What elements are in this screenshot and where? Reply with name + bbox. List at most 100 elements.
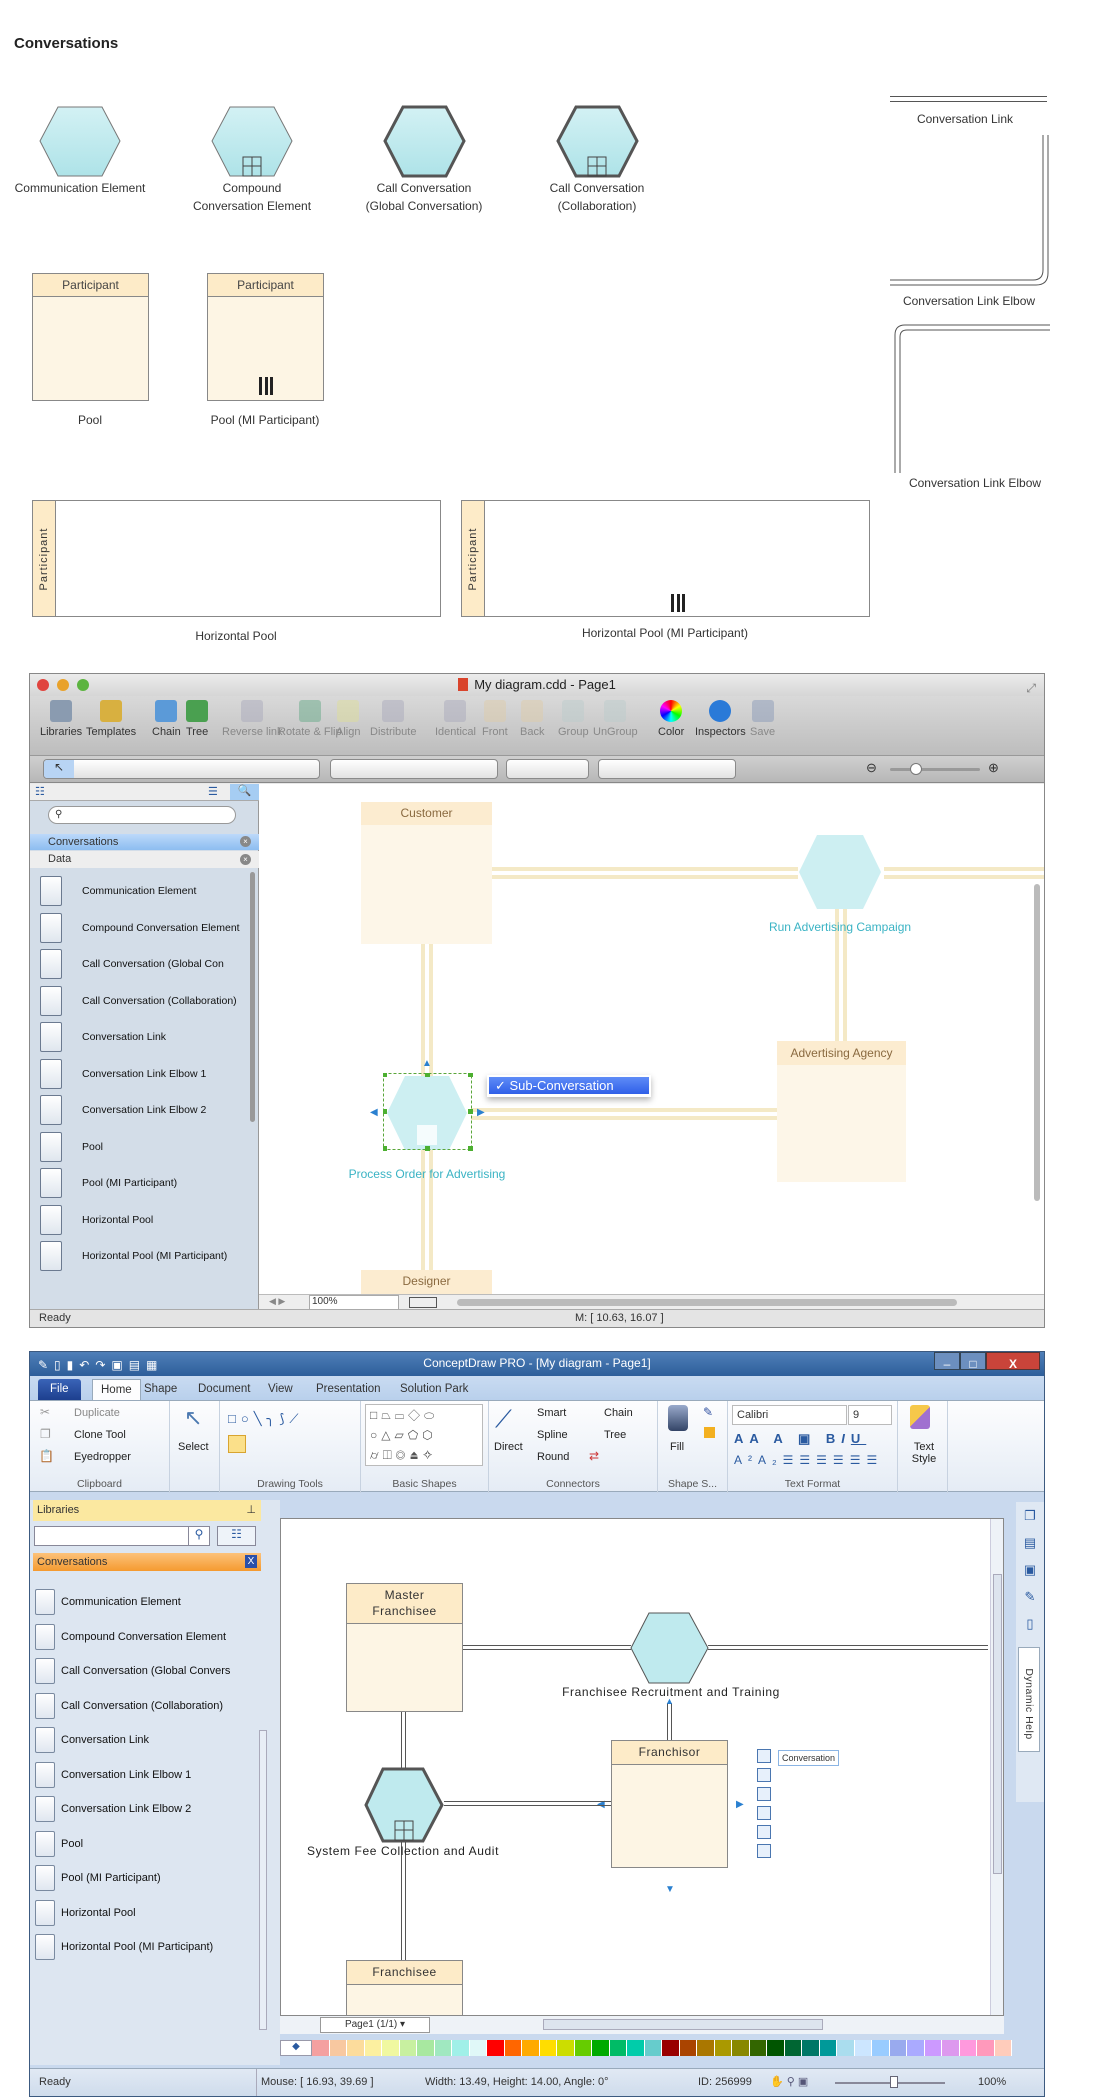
toolbar-chain-button[interactable]: Chain: [152, 700, 181, 738]
library-item[interactable]: Horizontal Pool (MI Participant): [35, 1931, 213, 1963]
zoom-button[interactable]: [77, 679, 89, 691]
close-library-icon[interactable]: ×: [240, 836, 251, 847]
toolbar-rotate-flip-button[interactable]: Rotate & Flip: [278, 700, 342, 738]
library-scrollbar[interactable]: [250, 872, 255, 1122]
tree-button[interactable]: Tree: [604, 1429, 626, 1441]
toolbar-reverse-link-button[interactable]: Reverse link: [222, 700, 283, 738]
color-swatch[interactable]: [924, 2040, 942, 2056]
toolbar-tree-button[interactable]: Tree: [186, 700, 208, 738]
color-swatch[interactable]: [417, 2040, 435, 2056]
shapes-gallery[interactable]: □⏢▭◇⬭ ○△▱⬠⬡ ⌭◫◎⏏✧: [365, 1404, 483, 1466]
library-item[interactable]: Pool: [35, 1828, 83, 1860]
quick-shape-conversation[interactable]: [757, 1749, 771, 1763]
round-button[interactable]: Round: [537, 1451, 569, 1463]
tab-view[interactable]: View: [260, 1379, 301, 1400]
reverse-link-icon[interactable]: ⇄: [589, 1449, 599, 1463]
color-swatch[interactable]: [767, 2040, 785, 2056]
connect-arrow-up[interactable]: ▲: [665, 1696, 674, 1706]
tab-file[interactable]: File: [38, 1379, 81, 1400]
tool-group-select[interactable]: ↖: [43, 759, 320, 779]
color-swatch[interactable]: [819, 2040, 837, 2056]
color-swatch[interactable]: [837, 2040, 855, 2056]
color-swatch[interactable]: [644, 2040, 662, 2056]
color-swatch[interactable]: [942, 2040, 960, 2056]
zoom-in-icon[interactable]: ⊕: [988, 760, 999, 776]
color-swatch[interactable]: [434, 2040, 452, 2056]
library-item[interactable]: Conversation Link Elbow 2: [35, 1793, 191, 1825]
diagram-canvas[interactable]: Customer Run Advertising Campaign Advert…: [259, 784, 1044, 1294]
library-item[interactable]: Communication Element: [35, 1586, 181, 1618]
toolbar-libraries-button[interactable]: Libraries: [40, 700, 82, 738]
library-item[interactable]: Compound Conversation Element: [35, 1621, 226, 1653]
library-tab-conversations[interactable]: Conversations ×: [30, 834, 259, 850]
dock-icons[interactable]: ❐ ▤ ▣ ✎ ▯: [1016, 1502, 1044, 1637]
chain-button[interactable]: Chain: [604, 1407, 633, 1419]
color-swatch[interactable]: [522, 2040, 540, 2056]
color-swatch[interactable]: [312, 2040, 330, 2056]
tab-presentation[interactable]: Presentation: [308, 1379, 389, 1400]
color-swatch[interactable]: [889, 2040, 907, 2056]
library-search-input[interactable]: ⚲: [48, 806, 236, 824]
library-item[interactable]: Horizontal Pool (MI Participant): [40, 1239, 227, 1273]
library-item[interactable]: Conversation Link: [40, 1020, 166, 1054]
tool-group-view[interactable]: [598, 759, 736, 779]
system-fee-hexagon[interactable]: [363, 1767, 445, 1843]
toolbar-inspectors-button[interactable]: Inspectors: [695, 700, 746, 738]
color-swatch[interactable]: [504, 2040, 522, 2056]
maximize-button[interactable]: □: [960, 1352, 986, 1371]
text-tool-icon[interactable]: [228, 1435, 246, 1453]
tab-document[interactable]: Document: [190, 1379, 258, 1400]
quick-shape-link[interactable]: [757, 1825, 771, 1839]
shadow-icon[interactable]: [704, 1427, 715, 1438]
quick-shape-call-conversation[interactable]: [757, 1768, 771, 1782]
connect-arrow-up[interactable]: ▲: [422, 1058, 432, 1069]
search-tab-icon[interactable]: 🔍: [230, 784, 259, 800]
color-swatch[interactable]: [574, 2040, 592, 2056]
library-scrollbar[interactable]: [259, 1730, 267, 2030]
color-swatch[interactable]: [872, 2040, 890, 2056]
quick-shape-pool-vertical[interactable]: [757, 1806, 771, 1820]
color-swatch[interactable]: [557, 2040, 575, 2056]
page-tab[interactable]: Page1 (1/1) ▾: [320, 2017, 430, 2033]
color-swatch[interactable]: [329, 2040, 347, 2056]
copy-icon[interactable]: ❐: [40, 1427, 51, 1441]
tree-view-icon[interactable]: ☷: [35, 785, 45, 798]
close-library-icon[interactable]: ×: [240, 854, 251, 865]
connect-arrow-down[interactable]: ▼: [665, 1884, 675, 1895]
color-swatch[interactable]: [609, 2040, 627, 2056]
library-tree-button[interactable]: ☷: [217, 1526, 256, 1546]
library-item[interactable]: Conversation Link Elbow 1: [35, 1759, 191, 1791]
library-item[interactable]: Conversation Link Elbow 2: [40, 1093, 206, 1127]
color-swatch[interactable]: [627, 2040, 645, 2056]
color-swatch[interactable]: [732, 2040, 750, 2056]
zoom-slider[interactable]: [890, 763, 980, 775]
color-swatch[interactable]: [907, 2040, 925, 2056]
zoom-out-icon[interactable]: ⊖: [866, 760, 877, 776]
zoom-field[interactable]: 100%: [309, 1295, 399, 1310]
fill-bucket-icon[interactable]: [668, 1405, 688, 1431]
color-swatch[interactable]: [802, 2040, 820, 2056]
toolbar-group-button[interactable]: Group: [558, 700, 589, 738]
color-swatch[interactable]: [364, 2040, 382, 2056]
color-swatch[interactable]: [452, 2040, 470, 2056]
text-style-icon[interactable]: [910, 1405, 930, 1429]
color-swatch[interactable]: [679, 2040, 697, 2056]
library-item[interactable]: Horizontal Pool: [40, 1203, 153, 1237]
library-item[interactable]: Call Conversation (Collaboration): [35, 1690, 223, 1722]
library-item[interactable]: Conversation Link Elbow 1: [40, 1057, 206, 1091]
quick-shape-link-elbow[interactable]: [757, 1844, 771, 1858]
master-franchisee-pool[interactable]: Master Franchisee: [346, 1583, 463, 1712]
toolbar-color-button[interactable]: Color: [658, 700, 684, 738]
run-campaign-hexagon[interactable]: [797, 834, 883, 910]
minimize-button[interactable]: –: [934, 1352, 960, 1371]
library-item[interactable]: Compound Conversation Element: [40, 911, 240, 945]
tab-solution-park[interactable]: Solution Park: [392, 1379, 476, 1400]
pointer-tool-icon[interactable]: ↖: [44, 760, 74, 778]
color-swatch[interactable]: [977, 2040, 995, 2056]
cut-icon[interactable]: ✂: [40, 1405, 50, 1419]
designer-pool[interactable]: Designer: [361, 1270, 492, 1294]
smart-button[interactable]: Smart: [537, 1407, 566, 1419]
connect-arrow-right[interactable]: ▶: [477, 1107, 485, 1118]
select-button[interactable]: Select: [178, 1441, 209, 1453]
diagram-canvas[interactable]: Master Franchisee Franchisee Recruitment…: [280, 1518, 1004, 2016]
